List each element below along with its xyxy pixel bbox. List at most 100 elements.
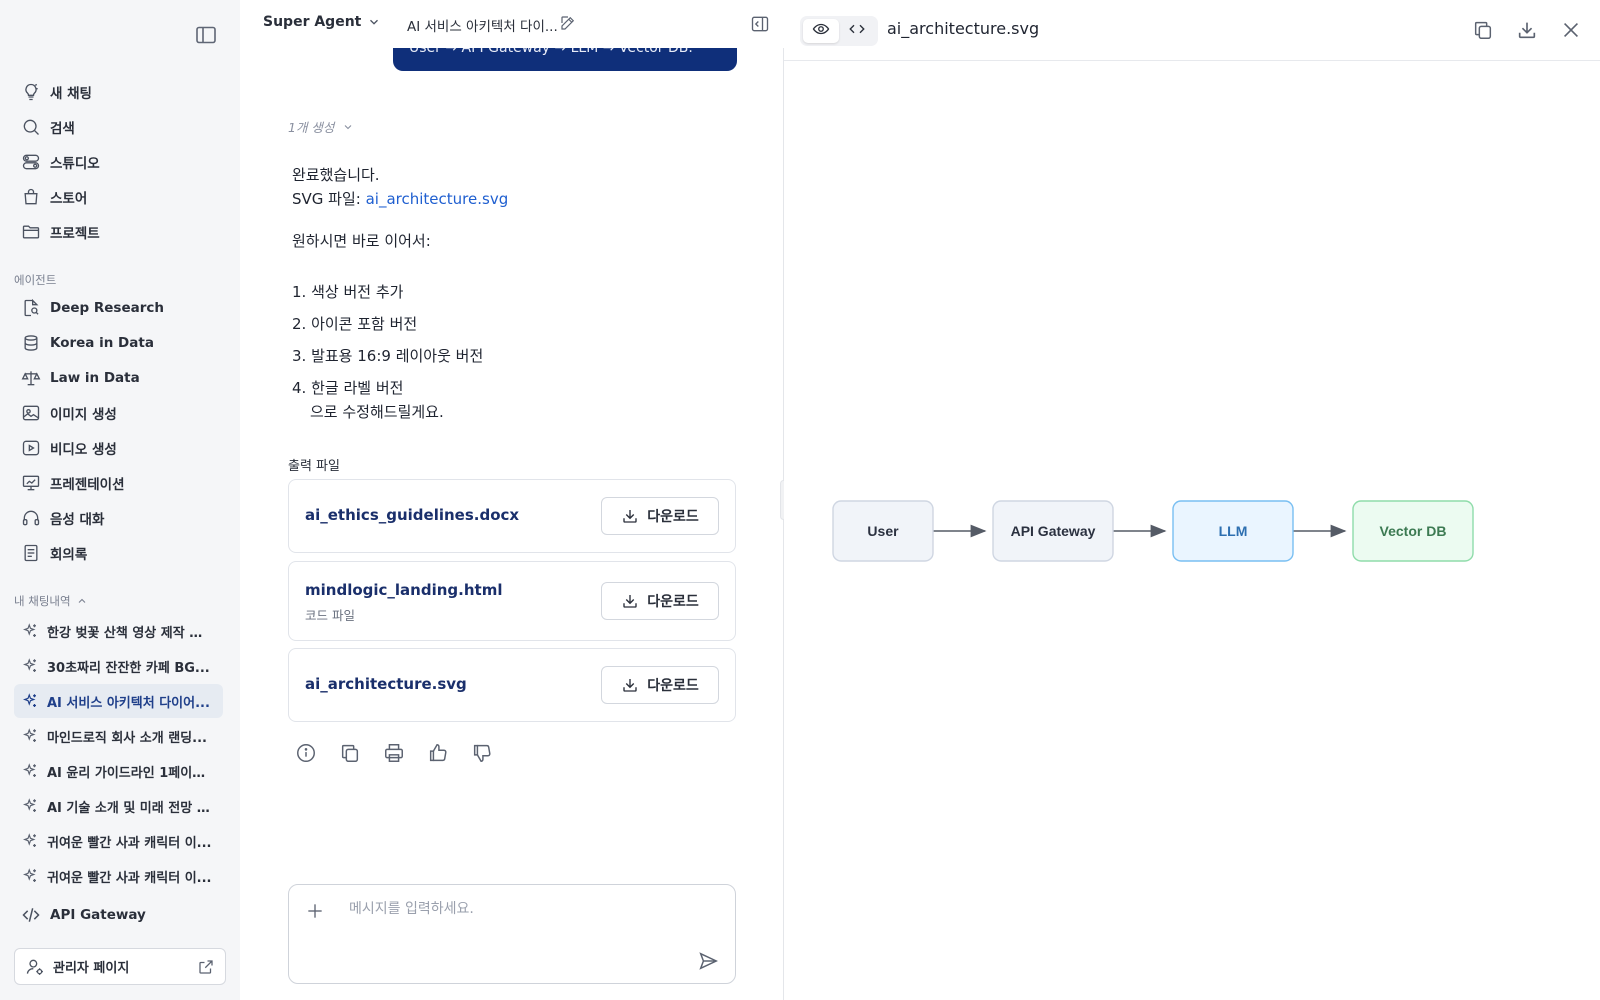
nav-project[interactable]: 프로젝트: [14, 217, 224, 247]
sparkles-icon: [20, 691, 40, 711]
download-icon: [621, 676, 639, 694]
database-icon: [20, 332, 42, 354]
file-card: mindlogic_landing.html 코드 파일 다운로드: [288, 561, 736, 641]
history-item-label: AI 서비스 아키텍처 다이어...: [47, 695, 210, 711]
agent-video-generation[interactable]: 비디오 생성: [14, 433, 224, 463]
nav-label: Deep Research: [50, 300, 165, 316]
info-icon[interactable]: [295, 742, 317, 764]
reply-list-item: 4. 한글 라벨 버전: [292, 379, 404, 397]
agent-law-in-data[interactable]: Law in Data: [14, 363, 224, 393]
diagram-canvas: User API Gateway LLM Vector DB: [832, 500, 1474, 562]
preview-header: ai_architecture.svg: [784, 0, 1600, 61]
nav-api-gateway[interactable]: API Gateway: [14, 900, 224, 930]
scale-icon: [20, 367, 42, 389]
nav-label: 음성 대화: [50, 512, 105, 528]
headphones-icon: [20, 507, 42, 529]
history-item[interactable]: 마인드로직 회사 소개 랜딩...: [14, 719, 223, 753]
agent-image-generation[interactable]: 이미지 생성: [14, 398, 224, 428]
nav-studio[interactable]: 스튜디오: [14, 147, 224, 177]
nav-label: 비디오 생성: [50, 442, 117, 458]
agent-deep-research[interactable]: Deep Research: [14, 293, 224, 323]
sparkles-icon: [20, 621, 40, 641]
chat-title: AI 서비스 아키텍처 다이...: [407, 19, 558, 35]
agents-section-label: 에이전트: [14, 273, 57, 287]
history-item-label: AI 기술 소개 및 미래 전망 P...: [47, 800, 213, 816]
reply-list-item: 3. 발표용 16:9 레이아웃 버전: [292, 347, 484, 365]
nav-label: Korea in Data: [50, 335, 154, 351]
sidebar-toggle-icon[interactable]: [194, 23, 218, 47]
diagram-node: API Gateway: [992, 500, 1114, 562]
history-item-label: 한강 벚꽃 산책 영상 제작 요청: [47, 625, 213, 641]
toggle-icon: [20, 151, 42, 173]
history-item-label: 귀여운 빨간 사과 캐릭터 이...: [47, 870, 212, 886]
copy-icon[interactable]: [339, 742, 361, 764]
preview-mode-button[interactable]: [803, 19, 839, 43]
generation-count-toggle[interactable]: 1개 생성: [288, 117, 354, 136]
thumbs-down-icon[interactable]: [471, 742, 493, 764]
download-icon: [621, 507, 639, 525]
reply-outro: 으로 수정해드릴게요.: [310, 403, 444, 421]
panel-toggle-icon[interactable]: [750, 14, 770, 34]
message-input[interactable]: [349, 901, 679, 917]
diagram-node: LLM: [1172, 500, 1294, 562]
view-mode-toggle: [800, 16, 878, 46]
document-search-icon: [20, 297, 42, 319]
admin-page-button[interactable]: 관리자 페이지: [14, 948, 226, 985]
reply-line: 완료했습니다.: [292, 166, 380, 184]
agent-voice-chat[interactable]: 음성 대화: [14, 503, 224, 533]
history-item[interactable]: 한강 벚꽃 산책 영상 제작 요청: [14, 614, 223, 648]
lightbulb-icon: [20, 81, 42, 103]
download-button[interactable]: 다운로드: [601, 497, 719, 535]
history-item[interactable]: 30초짜리 잔잔한 카페 BG...: [14, 649, 223, 683]
presentation-icon: [20, 472, 42, 494]
message-composer: [288, 884, 736, 984]
sidebar: 새 채팅 검색 스튜디오 스토어 프로젝트 에이전트 Deep Research…: [0, 0, 240, 1000]
sparkles-icon: [20, 726, 40, 746]
svg-file-link[interactable]: ai_architecture.svg: [366, 190, 509, 208]
diagram-node-label: LLM: [1219, 523, 1248, 539]
history-item[interactable]: 귀여운 빨간 사과 캐릭터 이...: [14, 824, 223, 858]
eye-icon: [812, 20, 830, 42]
diagram-node: User: [832, 500, 934, 562]
download-icon[interactable]: [1516, 19, 1538, 41]
preview-filename: ai_architecture.svg: [887, 19, 1040, 38]
file-name: ai_ethics_guidelines.docx: [305, 506, 520, 524]
agent-meeting-notes[interactable]: 회의록: [14, 538, 224, 568]
reply-list-item: 2. 아이콘 포함 버전: [292, 315, 418, 333]
file-card: ai_ethics_guidelines.docx 다운로드: [288, 479, 736, 553]
nav-new-chat[interactable]: 새 채팅: [14, 77, 224, 107]
print-icon[interactable]: [383, 742, 405, 764]
history-section-text: 내 채팅내역: [14, 594, 71, 608]
download-button[interactable]: 다운로드: [601, 666, 719, 704]
history-item-label: AI 윤리 가이드라인 1페이지 ...: [47, 765, 213, 781]
download-label: 다운로드: [647, 509, 699, 525]
chevron-down-icon: [367, 15, 381, 29]
external-link-icon: [197, 958, 215, 976]
history-item-active[interactable]: AI 서비스 아키텍처 다이어...: [14, 684, 223, 718]
history-item[interactable]: AI 기술 소개 및 미래 전망 P...: [14, 789, 223, 823]
edit-icon[interactable]: [559, 14, 577, 32]
agent-selector[interactable]: Super Agent: [263, 14, 381, 30]
history-item[interactable]: 귀여운 빨간 사과 캐릭터 이...: [14, 859, 223, 893]
agent-presentation[interactable]: 프레젠테이션: [14, 468, 224, 498]
sparkles-icon: [20, 866, 40, 886]
generation-count: 1개 생성: [288, 120, 335, 135]
nav-label: 프로젝트: [50, 226, 100, 242]
plus-icon[interactable]: [305, 901, 325, 921]
code-mode-button[interactable]: [839, 19, 875, 43]
history-item[interactable]: AI 윤리 가이드라인 1페이지 ...: [14, 754, 223, 788]
chat-panel: Super Agent AI 서비스 아키텍처 다이... User → API…: [240, 0, 784, 1000]
close-icon[interactable]: [1560, 19, 1582, 41]
thumbs-up-icon[interactable]: [427, 742, 449, 764]
nav-store[interactable]: 스토어: [14, 182, 224, 212]
history-section-label[interactable]: 내 채팅내역: [14, 593, 88, 609]
output-files-label: 출력 파일: [288, 459, 340, 474]
agent-korea-in-data[interactable]: Korea in Data: [14, 328, 224, 358]
download-button[interactable]: 다운로드: [601, 582, 719, 620]
chevron-down-icon: [342, 121, 354, 133]
chat-topbar: Super Agent AI 서비스 아키텍처 다이...: [240, 0, 784, 48]
nav-search[interactable]: 검색: [14, 112, 224, 142]
send-icon[interactable]: [697, 950, 719, 972]
copy-icon[interactable]: [1472, 19, 1494, 41]
nav-label: 프레젠테이션: [50, 477, 125, 493]
